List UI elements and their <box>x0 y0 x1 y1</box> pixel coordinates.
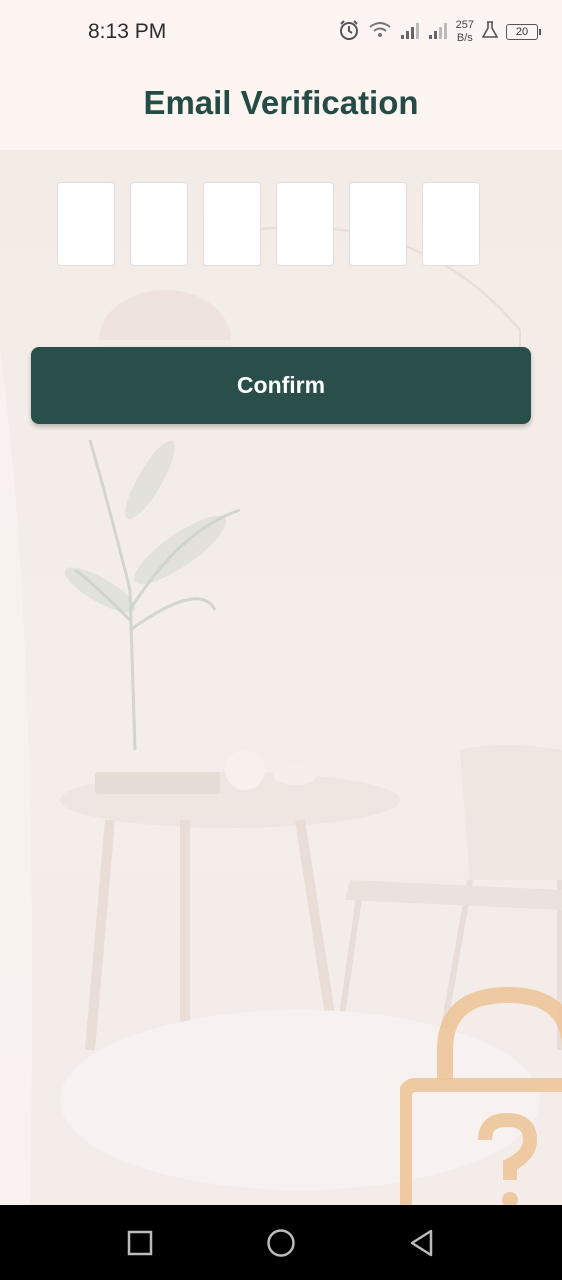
otp-digit-4[interactable] <box>276 182 334 266</box>
status-icons: 257 B/s 20 <box>338 18 541 46</box>
recent-apps-icon[interactable] <box>120 1223 160 1263</box>
home-icon[interactable] <box>261 1223 301 1263</box>
status-bar: 8:13 PM 257 B/s 20 <box>0 0 562 60</box>
confirm-button[interactable]: Confirm <box>31 347 531 424</box>
navigation-bar <box>0 1205 562 1280</box>
net-speed-value: 257 <box>455 19 474 31</box>
otp-digit-3[interactable] <box>203 182 261 266</box>
signal-icon <box>400 21 420 44</box>
otp-digit-1[interactable] <box>57 182 115 266</box>
otp-digit-6[interactable] <box>422 182 480 266</box>
status-time: 8:13 PM <box>88 20 167 43</box>
otp-digit-2[interactable] <box>130 182 188 266</box>
otp-input-row <box>57 182 480 266</box>
wifi-icon <box>368 20 392 45</box>
battery-icon: 20 <box>506 24 541 40</box>
alarm-icon <box>338 19 360 46</box>
app-header: Email Verification <box>0 60 562 150</box>
content-area: Confirm <box>0 150 562 1205</box>
net-speed: 257 B/s <box>456 19 474 45</box>
lock-question-icon <box>400 986 562 1205</box>
page-title: Email Verification <box>143 84 419 121</box>
flask-icon <box>481 20 499 44</box>
signal-icon <box>428 21 448 44</box>
otp-digit-5[interactable] <box>349 182 407 266</box>
net-speed-unit: B/s <box>456 32 473 44</box>
back-icon[interactable] <box>402 1223 442 1263</box>
